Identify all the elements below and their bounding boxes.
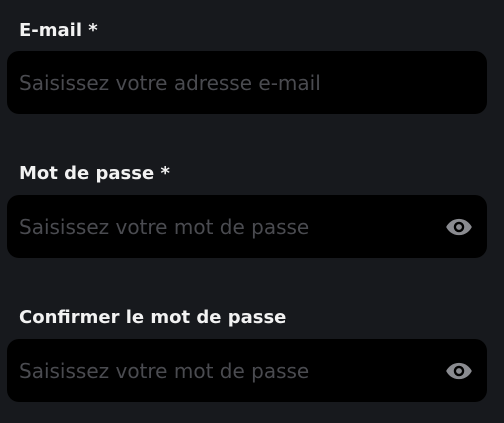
eye-icon[interactable]: [445, 357, 473, 385]
email-input-box[interactable]: [7, 51, 487, 114]
email-label: E-mail *: [19, 20, 98, 41]
password-input-box[interactable]: [7, 195, 487, 258]
confirm-password-label: Confirmer le mot de passe: [19, 307, 287, 328]
confirm-password-input-box[interactable]: [7, 339, 487, 402]
password-label: Mot de passe *: [19, 163, 170, 184]
eye-icon[interactable]: [445, 213, 473, 241]
confirm-password-input[interactable]: [19, 339, 439, 402]
password-input[interactable]: [19, 195, 439, 258]
signup-form: E-mail * Mot de passe * Confirmer le mot…: [0, 0, 504, 423]
email-input[interactable]: [19, 51, 439, 114]
